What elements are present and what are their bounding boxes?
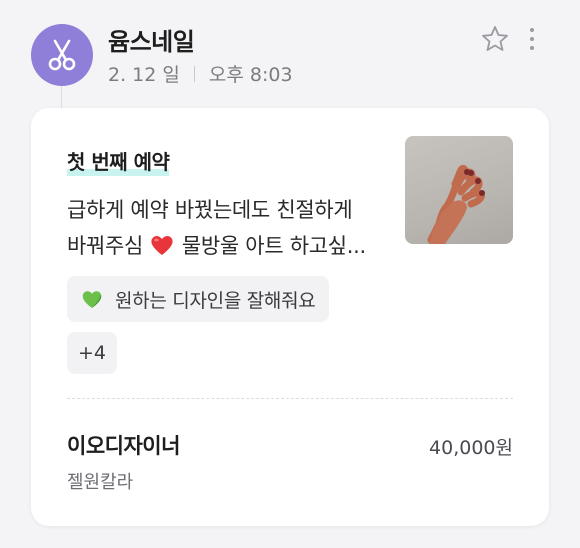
hand-photo-icon [427,164,485,244]
shop-name[interactable]: 윰스네일 [108,22,195,57]
shop-avatar[interactable] [31,24,93,86]
designer-name[interactable]: 이오디자이너 [67,430,180,460]
review-line-2: 바꿔주심 물방울 아트 하고싶... [67,228,387,264]
star-outline-icon[interactable] [480,24,510,54]
review-screen: 윰스네일 2. 12 일 오후 8:03 첫 번째 예약 급하게 예약 바꿨는데… [0,0,580,548]
thread-line [61,86,62,110]
review-line-2-end: 물방울 아트 하고싶... [181,234,366,258]
post-meta: 2. 12 일 오후 8:03 [108,60,293,87]
first-booking-badge: 첫 번째 예약 [67,146,170,176]
review-line-1: 급하게 예약 바꿨는데도 친절하게 [67,198,353,222]
service-name: 젤원칼라 [67,472,134,493]
review-line-2-start: 바꿔주심 [67,234,144,258]
scissors-icon [48,39,76,71]
more-tags-button[interactable]: +4 [67,332,117,374]
card-divider [67,398,513,399]
review-text[interactable]: 급하게 예약 바꿨는데도 친절하게 바꿔주심 물방울 아트 하고싶... [67,192,387,264]
review-photo[interactable] [405,136,513,244]
review-card[interactable]: 첫 번째 예약 급하게 예약 바꿨는데도 친절하게 바꿔주심 물방울 아트 하고… [31,108,549,526]
keyword-tag-label: 원하는 디자인을 잘해줘요 [115,289,316,312]
more-vertical-icon[interactable] [524,26,540,52]
meta-separator [193,65,195,82]
red-heart-icon [151,236,174,255]
post-date: 2. 12 일 [108,64,180,86]
post-time: 오후 8:03 [208,64,293,86]
keyword-tag: 원하는 디자인을 잘해줘요 [67,276,330,322]
green-heart-icon [82,291,102,308]
service-price: 40,000원 [429,437,513,459]
